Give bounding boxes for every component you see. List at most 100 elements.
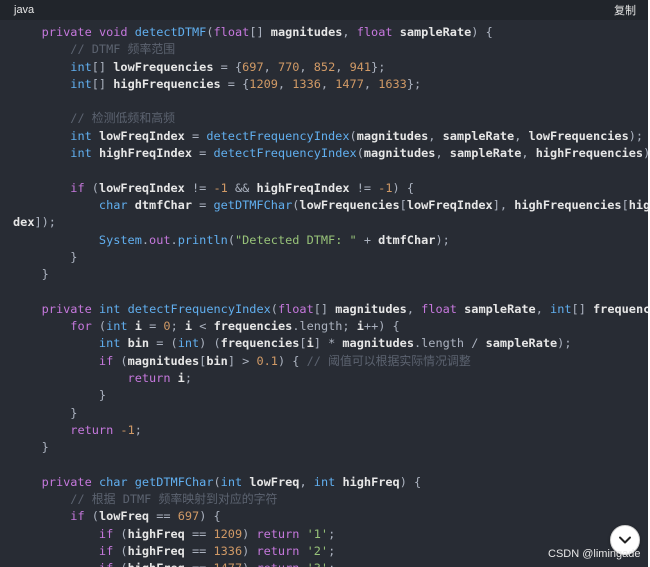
- code-line: if (lowFreqIndex != -1 && highFreqIndex …: [0, 180, 650, 197]
- code-token: lowFreq: [98, 509, 150, 524]
- code-line: }: [0, 405, 650, 422]
- code-token: (: [113, 353, 128, 368]
- code-token: ): [242, 561, 256, 567]
- code-token: +: [356, 232, 379, 247]
- code-token: ,: [435, 146, 450, 161]
- code-line: // 检测低频和高频: [0, 110, 650, 127]
- code-line: }: [0, 266, 650, 283]
- code-token: 697: [177, 509, 200, 524]
- code-line: if (lowFreq == 697) {: [0, 508, 650, 525]
- code-token: ) (: [199, 336, 221, 351]
- code-token: ,: [514, 128, 529, 143]
- code-line: }: [0, 249, 650, 266]
- code-token: bin: [127, 336, 150, 351]
- code-token: ;: [184, 370, 193, 385]
- code-token: lowFreqIndex: [406, 197, 493, 212]
- code-token: println: [177, 232, 228, 247]
- code-token: (: [270, 301, 278, 316]
- code-token: lowFreq: [249, 474, 300, 489]
- code-token: ,: [521, 146, 536, 161]
- code-token: ,: [363, 76, 379, 91]
- code-token: i: [177, 370, 185, 385]
- code-token: ): [242, 543, 257, 558]
- code-token: ) {: [471, 25, 493, 39]
- code-token: ,: [263, 59, 278, 74]
- code-token: =: [141, 319, 164, 334]
- code-token: lowFreqIndex: [98, 128, 185, 143]
- code-token: System: [98, 232, 142, 247]
- code-token: };: [406, 76, 422, 91]
- code-token: 0.1: [256, 353, 278, 368]
- code-token: int: [70, 146, 92, 161]
- code-token: detectFrequencyIndex: [206, 128, 350, 143]
- code-token: );: [435, 232, 450, 247]
- code-token: ==: [149, 509, 178, 524]
- code-line: if (magnitudes[bin] > 0.1) { // 阈值可以根据实际…: [0, 353, 650, 370]
- code-token: );: [643, 146, 650, 161]
- code-token: if: [98, 353, 114, 368]
- code-token: frequencies: [593, 301, 650, 316]
- code-token: (: [213, 474, 221, 489]
- code-token: i: [134, 319, 142, 334]
- code-token: 1336: [213, 543, 243, 558]
- code-token: getDTMFChar: [134, 474, 214, 489]
- code-token: ;: [170, 319, 185, 334]
- code-token: '3': [307, 561, 328, 567]
- code-line: private char getDTMFChar(int lowFreq, in…: [0, 474, 650, 491]
- code-token: sampleRate: [399, 25, 472, 39]
- code-token: []: [91, 76, 114, 91]
- code-token: 852: [313, 59, 336, 74]
- copy-button[interactable]: 复制: [614, 2, 636, 18]
- code-token: highFreq: [342, 474, 400, 489]
- code-token: (: [113, 543, 128, 558]
- code-token: ,: [406, 301, 422, 316]
- code-token: highFreqIndex: [98, 146, 193, 161]
- code-token: lowFreqIndex: [98, 180, 185, 195]
- code-token: return: [127, 370, 171, 385]
- code-token: -1: [120, 422, 135, 437]
- code-token: 1209: [213, 526, 243, 541]
- code-token: = {: [213, 59, 243, 74]
- code-token: [: [399, 197, 407, 212]
- code-line: int bin = (int) (frequencies[i] * magnit…: [0, 335, 650, 352]
- code-token: ;: [328, 526, 336, 541]
- code-token: getDTMFChar: [213, 197, 293, 212]
- code-token: 1633: [378, 76, 407, 91]
- code-token: <: [192, 319, 214, 334]
- code-line: char dtmfChar = getDTMFChar(lowFrequenci…: [0, 197, 650, 214]
- code-line: private int detectFrequencyIndex(float[]…: [0, 301, 650, 318]
- code-token: "Detected DTMF: ": [234, 232, 357, 247]
- code-token: .length;: [292, 319, 357, 334]
- code-token: .: [170, 232, 178, 247]
- code-token: highFreq: [127, 526, 185, 541]
- code-token: out: [149, 232, 171, 247]
- code-token: lowFrequencies: [299, 197, 400, 212]
- code-token: int: [106, 319, 128, 334]
- code-token: // DTMF 频率范围: [70, 42, 176, 57]
- code-token: );: [557, 336, 572, 351]
- code-token: highFreqIndex: [256, 180, 350, 195]
- code-token: !=: [349, 180, 379, 195]
